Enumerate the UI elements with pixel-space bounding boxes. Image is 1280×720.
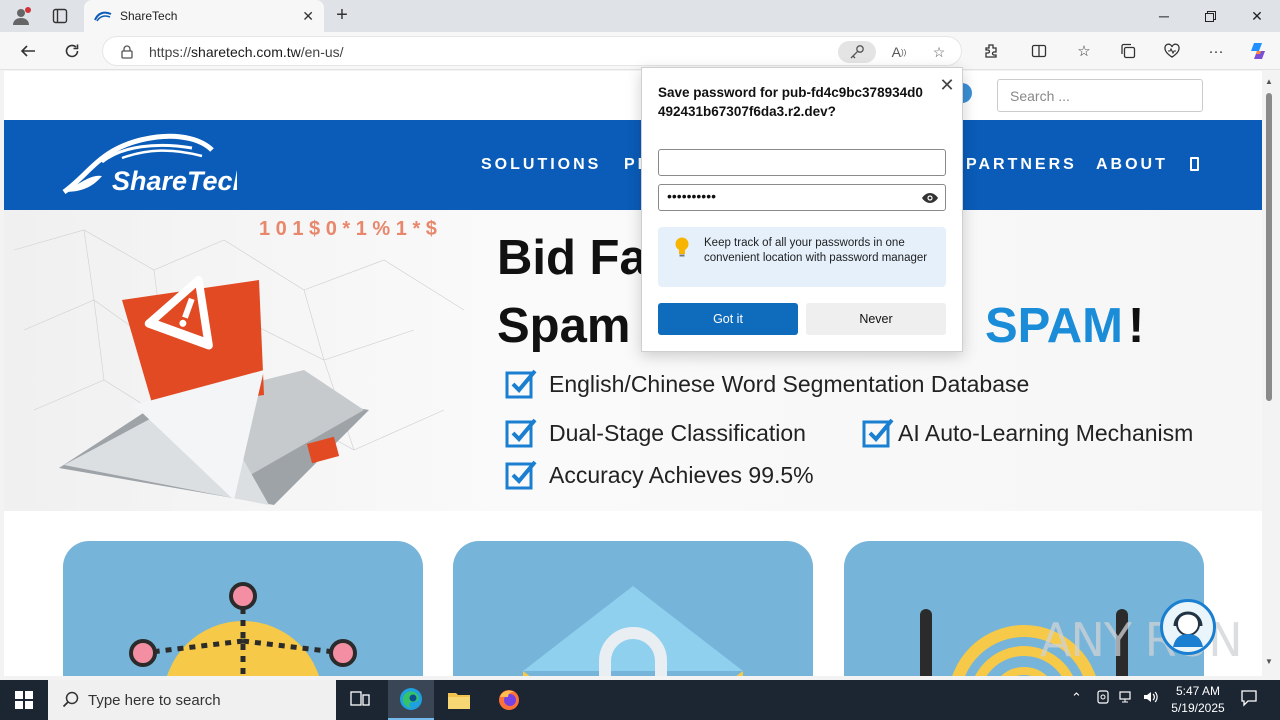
scrollbar-thumb[interactable] [1266, 93, 1272, 401]
clock-date: 5/19/2025 [1171, 701, 1225, 715]
hero-banner: 1 0 1 $ 0 * 1 % 1 * $ Bid Fa Spam SPAM !… [4, 210, 1262, 511]
page-scrollbar[interactable]: ▲ ▼ [1262, 71, 1276, 676]
taskbar-search-box[interactable]: Type here to search [48, 680, 336, 720]
url-path: /en-us/ [300, 44, 344, 60]
address-bar-row: https://sharetech.com.tw/en-us/ A)) ☆ ☆ … [0, 32, 1280, 70]
lock-icon[interactable] [113, 41, 141, 63]
site-header: ShareTech SOLUTIONS PR PARTNERS ABOUT [4, 120, 1262, 210]
password-manager-tip: Keep track of all your passwords in one … [658, 227, 946, 287]
got-it-button[interactable]: Got it [658, 303, 798, 335]
hero-exclamation: ! [1128, 299, 1145, 353]
nav-about[interactable]: ABOUT [1096, 156, 1168, 174]
nav-search-icon[interactable] [1190, 157, 1199, 171]
firefox-icon[interactable] [486, 682, 532, 718]
search-icon [62, 691, 79, 708]
save-password-dialog: Save password for pub-fd4c9bc378934d0492… [641, 67, 963, 352]
notification-icon[interactable] [1240, 689, 1258, 710]
clock-time: 5:47 AM [1175, 684, 1221, 698]
close-tab-icon[interactable]: ✕ [302, 8, 314, 25]
save-password-title: Save password for pub-fd4c9bc378934d0492… [658, 85, 923, 119]
hero-line-2a: Spam [497, 299, 631, 353]
support-avatar-icon[interactable] [1160, 599, 1216, 655]
feature-card-2[interactable] [453, 541, 813, 676]
never-button[interactable]: Never [806, 303, 946, 335]
feature-2: Dual-Stage Classification [505, 418, 806, 448]
url-text: https://sharetech.com.tw/en-us/ [149, 44, 344, 60]
favorite-star-icon[interactable]: ☆ [925, 41, 953, 63]
nav-solutions[interactable]: SOLUTIONS [481, 156, 601, 174]
start-button[interactable] [1, 682, 47, 718]
edge-taskbar-icon[interactable] [388, 680, 434, 720]
file-explorer-icon[interactable] [436, 682, 482, 718]
checkbox-icon [505, 460, 537, 490]
extensions-icon[interactable] [978, 39, 1004, 63]
mail-illustration: 1 0 1 $ 0 * 1 % 1 * $ [13, 218, 465, 505]
username-field[interactable] [658, 149, 946, 176]
profile-icon[interactable] [10, 5, 32, 27]
sharetech-favicon-icon [94, 11, 112, 22]
url-prefix: https:// [149, 44, 192, 60]
url-domain: sharetech.com.tw [191, 44, 301, 60]
taskbar-clock[interactable]: 5:47 AM 5/19/2025 [1162, 683, 1234, 717]
windows-logo-icon [15, 691, 33, 709]
browser-essentials-icon[interactable] [1159, 39, 1185, 63]
task-view-icon[interactable] [337, 682, 383, 718]
restore-button[interactable] [1187, 0, 1233, 32]
favorites-icon[interactable]: ☆ [1071, 39, 1097, 63]
network-node-icon [129, 582, 357, 676]
split-screen-icon[interactable] [1026, 39, 1052, 63]
minimize-button[interactable]: ─ [1141, 0, 1187, 32]
tab-actions-icon[interactable] [49, 5, 71, 27]
read-aloud-icon[interactable]: A)) [885, 41, 913, 63]
checkbox-icon [862, 418, 894, 448]
scroll-down-icon[interactable]: ▼ [1265, 657, 1273, 666]
site-search-input[interactable]: Search ... [997, 79, 1203, 112]
network-icon[interactable] [1119, 690, 1135, 707]
scroll-up-icon[interactable]: ▲ [1265, 77, 1273, 86]
collections-icon[interactable] [1115, 39, 1141, 63]
sharetech-logo[interactable]: ShareTech [62, 132, 237, 197]
show-password-eye-icon[interactable] [921, 189, 939, 207]
feature-3: AI Auto-Learning Mechanism [862, 418, 1193, 448]
feature-2-text: Dual-Stage Classification [549, 419, 806, 446]
more-options-icon[interactable]: ··· [1203, 39, 1229, 63]
password-key-icon[interactable] [838, 41, 876, 63]
copilot-icon[interactable] [1245, 39, 1271, 63]
mail-lock-icon [523, 586, 743, 676]
taskbar-search-placeholder: Type here to search [88, 691, 221, 709]
tab-bar: ShareTech ✕ + ─ ✕ [0, 0, 1280, 32]
volume-icon[interactable] [1143, 690, 1159, 707]
tab-title: ShareTech [120, 9, 178, 23]
tab-sharetech[interactable]: ShareTech ✕ [84, 0, 324, 32]
back-button[interactable] [15, 39, 41, 63]
feature-1-text: English/Chinese Word Segmentation Databa… [549, 370, 1030, 397]
feature-3-text: AI Auto-Learning Mechanism [898, 419, 1194, 446]
feature-1: English/Chinese Word Segmentation Databa… [505, 369, 1029, 399]
close-dialog-icon[interactable]: ✕ [936, 74, 958, 96]
windows-taskbar: Type here to search ⌃ 5:47 AM 5/19/2025 [0, 680, 1280, 720]
refresh-button[interactable] [59, 39, 85, 63]
checkbox-icon [505, 418, 537, 448]
url-field[interactable]: https://sharetech.com.tw/en-us/ A)) ☆ [102, 36, 962, 66]
lightbulb-icon [675, 237, 689, 257]
page-viewport: Search ... ShareTech SOLUTIONS PR PARTNE… [4, 71, 1262, 676]
nav-partners[interactable]: PARTNERS [966, 156, 1077, 174]
hero-spam-word: SPAM [985, 299, 1123, 353]
feature-4-text: Accuracy Achieves 99.5% [549, 461, 814, 488]
hero-deco-chars: 1 0 1 $ 0 * 1 % 1 * $ [259, 218, 437, 240]
feature-4: Accuracy Achieves 99.5% [505, 460, 814, 490]
logo-text: ShareTech [112, 166, 237, 196]
new-tab-button[interactable]: + [331, 4, 353, 26]
tray-device-icon[interactable] [1096, 690, 1110, 707]
hero-line-1: Bid Fa [497, 231, 647, 285]
password-masked-value: •••••••••• [667, 188, 717, 204]
checkbox-icon [505, 369, 537, 399]
password-field[interactable]: •••••••••• [658, 184, 946, 211]
site-top-strip: Search ... [4, 71, 1262, 120]
feature-card-1[interactable] [63, 541, 423, 676]
close-window-button[interactable]: ✕ [1234, 0, 1280, 32]
tray-chevron-icon[interactable]: ⌃ [1071, 690, 1082, 706]
tip-text: Keep track of all your passwords in one … [704, 237, 928, 264]
